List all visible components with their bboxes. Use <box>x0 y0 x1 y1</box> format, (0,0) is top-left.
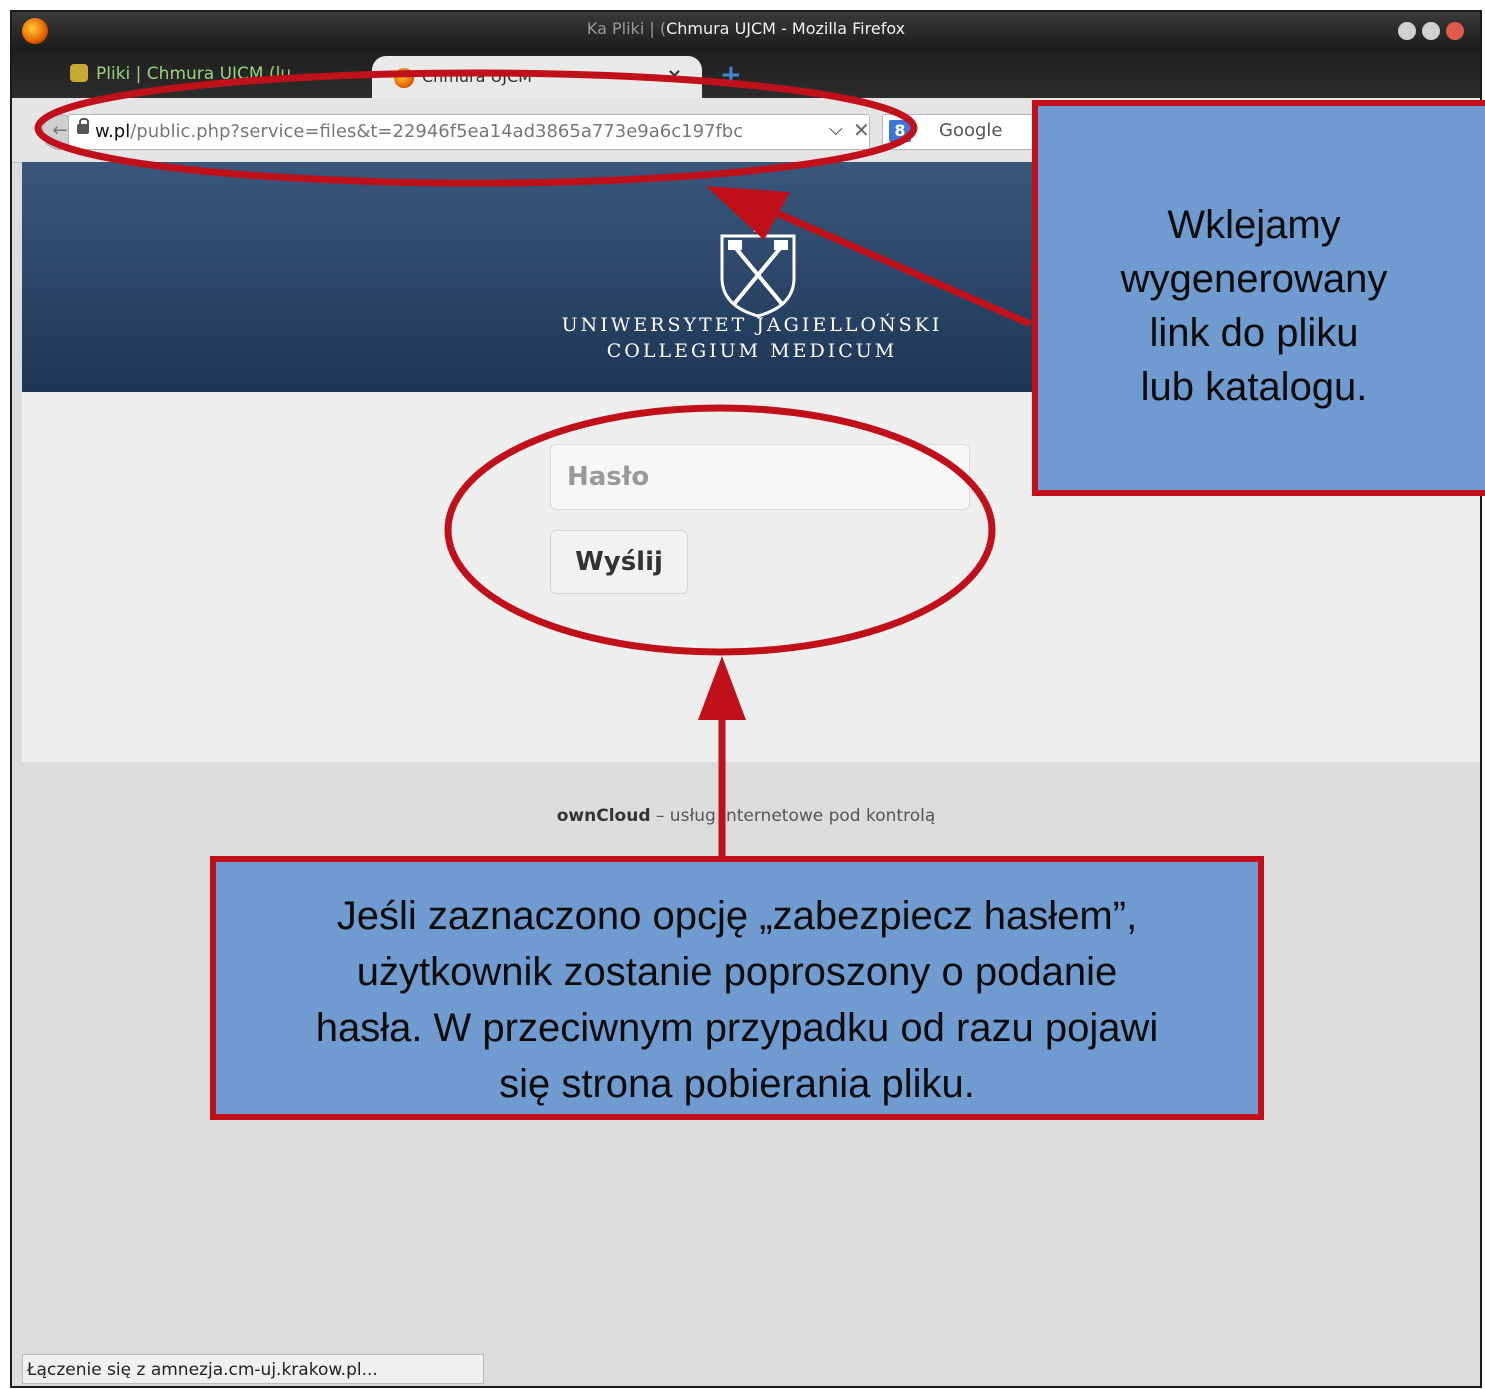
status-bar: Łączenie się z amnezja.cm-uj.krakow.pl..… <box>22 1354 484 1384</box>
callout-link: Wklejamy wygenerowany link do pliku lub … <box>1032 100 1485 496</box>
tab-bar: Pliki | Chmura UJCM (lu... Chmura UJCM ×… <box>12 50 1480 98</box>
crest-icon <box>720 218 796 318</box>
search-box[interactable]: 8 Google <box>882 114 1054 150</box>
footer-brand[interactable]: ownCloud <box>557 806 651 826</box>
lock-icon <box>77 118 89 134</box>
minimize-button[interactable] <box>1398 22 1416 40</box>
close-tab-icon[interactable]: × <box>667 65 682 86</box>
tab-chmura[interactable]: Chmura UJCM × <box>372 56 702 98</box>
footer: ownCloud – usług internetowe pod kontrol… <box>556 806 936 826</box>
close-icon[interactable]: ✕ <box>853 118 870 142</box>
new-tab-button[interactable]: + <box>720 60 742 90</box>
window-title: Ka Pliki | (Chmura UJCM - Mozilla Firefo… <box>586 19 906 38</box>
callout-password: Jeśli zaznaczono opcję „zabezpiecz hasłe… <box>210 856 1264 1120</box>
close-button[interactable] <box>1446 22 1464 40</box>
tab-pliki[interactable]: Pliki | Chmura UJCM (lu... <box>70 60 307 88</box>
password-input[interactable] <box>550 444 970 510</box>
search-placeholder: Google <box>939 120 1003 141</box>
maximize-button[interactable] <box>1422 22 1440 40</box>
title-bar: Ka Pliki | (Chmura UJCM - Mozilla Firefo… <box>12 12 1480 50</box>
submit-button[interactable]: Wyślij <box>550 530 688 594</box>
url-text: w.pl/public.php?service=files&t=22946f5e… <box>95 121 744 142</box>
crest-icon <box>70 64 88 82</box>
google-icon: 8 <box>889 120 911 142</box>
firefox-icon <box>394 68 414 88</box>
chevron-down-icon[interactable]: ⌵ <box>829 119 843 140</box>
url-bar[interactable]: w.pl/public.php?service=files&t=22946f5e… <box>68 114 870 150</box>
